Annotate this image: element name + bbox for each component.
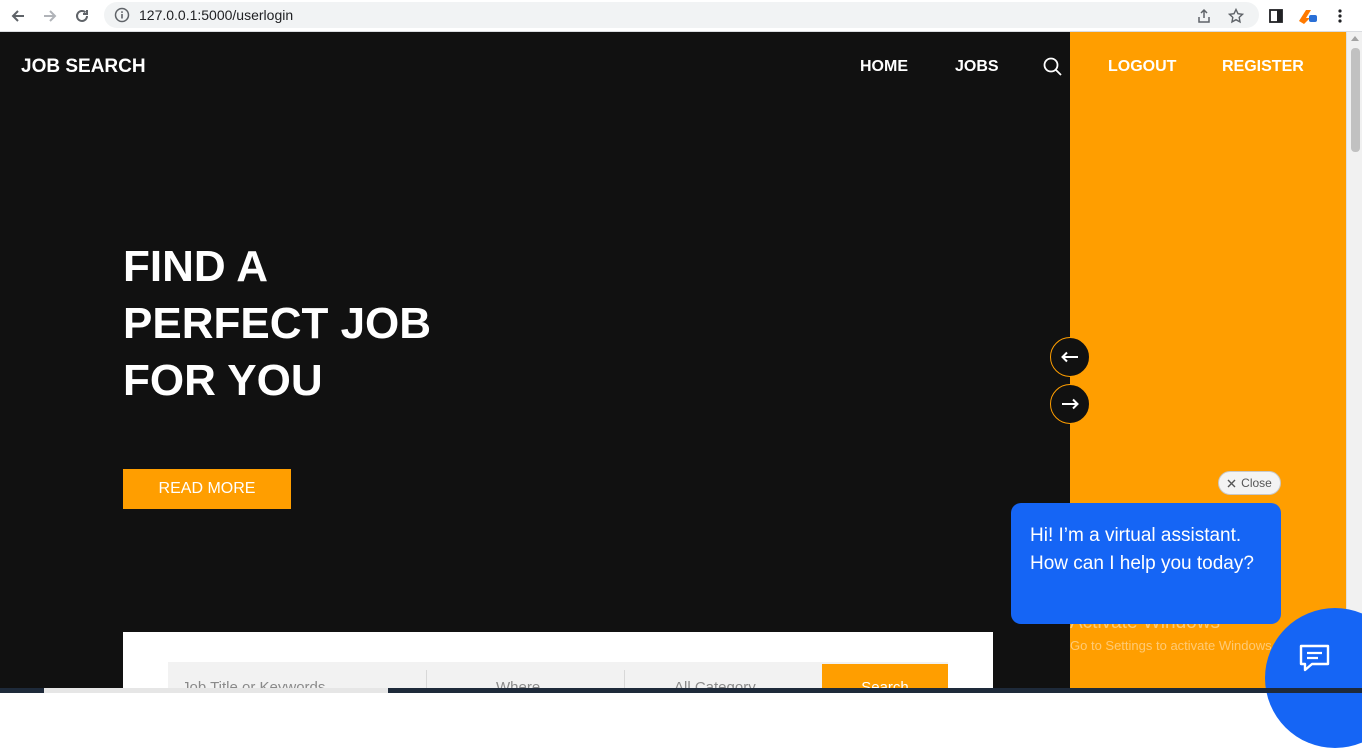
hero-heading: FIND A PERFECT JOB FOR YOU [123, 238, 431, 409]
arrow-left-icon [11, 10, 24, 22]
close-icon [1227, 479, 1236, 487]
scroll-up-arrow-icon[interactable] [1351, 36, 1359, 41]
browser-menu-icon[interactable] [1328, 4, 1352, 28]
forward-button[interactable] [38, 4, 62, 28]
arrow-left-icon [1061, 351, 1078, 363]
nav-logout-link[interactable]: LOGOUT [1108, 58, 1176, 76]
keyword-input[interactable]: Job Title or Keywords [182, 662, 422, 688]
nav-home-link[interactable]: HOME [860, 58, 908, 76]
chat-close-button[interactable]: Close [1218, 471, 1281, 495]
search-submit-button[interactable]: Search [822, 664, 948, 688]
site-logo[interactable]: JOB SEARCH [21, 56, 146, 78]
arrow-right-icon [1062, 398, 1079, 410]
reload-icon [76, 9, 88, 22]
slider-prev-button[interactable] [1050, 337, 1090, 377]
back-button[interactable] [6, 4, 30, 28]
nav-register-link[interactable]: REGISTER [1222, 58, 1304, 76]
address-bar[interactable]: 127.0.0.1:5000/userlogin [104, 2, 1259, 28]
site-info-icon[interactable] [114, 7, 130, 28]
category-select[interactable]: All Category [674, 662, 814, 688]
extension-icon[interactable] [1296, 4, 1320, 28]
where-input[interactable]: Where [496, 662, 616, 688]
job-search-card: Job Title or Keywords Where All Category… [123, 632, 993, 688]
hero-heading-line: FOR YOU [123, 356, 323, 405]
chat-greeting-bubble[interactable]: Hi! I’m a virtual assistant. How can I h… [1011, 503, 1281, 624]
field-divider [426, 670, 427, 688]
nav-jobs-link[interactable]: JOBS [955, 58, 999, 76]
job-search-form: Job Title or Keywords Where All Category… [168, 662, 948, 688]
bookmark-star-icon[interactable] [1226, 6, 1246, 26]
url-text[interactable]: 127.0.0.1:5000/userlogin [139, 7, 293, 23]
share-icon[interactable] [1194, 6, 1214, 26]
arrow-right-icon [44, 10, 57, 22]
slider-next-button[interactable] [1050, 384, 1090, 424]
page-scrollbar[interactable] [1346, 32, 1362, 688]
hero-heading-line: PERFECT JOB [123, 299, 432, 348]
scroll-thumb[interactable] [1351, 48, 1360, 152]
windows-watermark-subtitle: Go to Settings to activate Windows. [1070, 638, 1276, 653]
chat-icon[interactable] [1298, 642, 1332, 674]
browser-toolbar: 127.0.0.1:5000/userlogin [0, 0, 1362, 32]
taskbar-active-segment [44, 688, 388, 693]
read-more-button[interactable]: READ MORE [123, 469, 291, 509]
search-icon[interactable] [1042, 56, 1064, 78]
reload-button[interactable] [70, 4, 94, 28]
hero-heading-line: FIND A [123, 242, 269, 291]
side-panel-icon[interactable] [1264, 4, 1288, 28]
field-divider [624, 670, 625, 688]
chat-close-label: Close [1241, 476, 1272, 490]
